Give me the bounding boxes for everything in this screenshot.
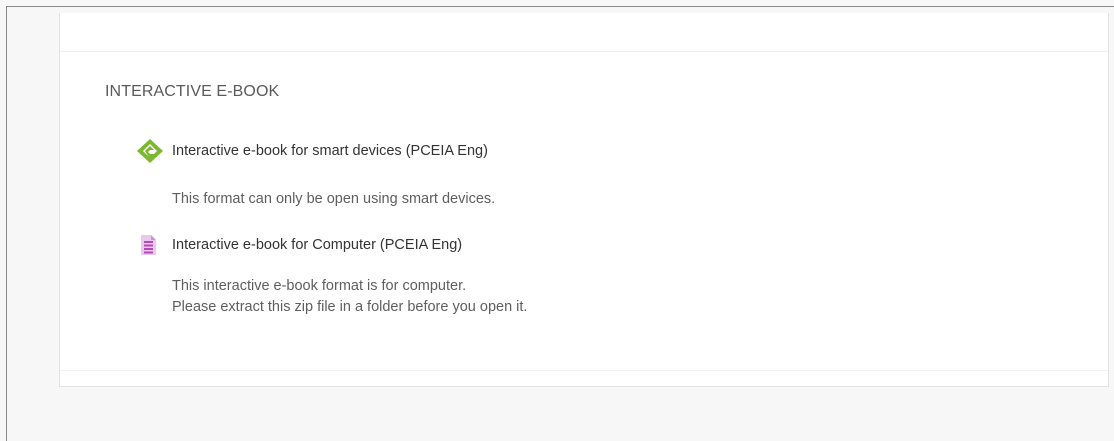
resource-description: This format can only be open using smart… (172, 189, 495, 210)
resource-card: INTERACTIVE E-BOOK Interactive e-book fo… (59, 13, 1109, 387)
resource-link-computer[interactable]: Interactive e-book for Computer (PCEIA E… (172, 237, 462, 253)
page-frame: INTERACTIVE E-BOOK Interactive e-book fo… (6, 6, 1114, 441)
description-line: This format can only be open using smart… (172, 191, 496, 207)
epub-icon (136, 138, 166, 164)
card-bottom-divider (60, 370, 1108, 371)
description-line: Please extract this zip file in a folder… (172, 299, 528, 315)
resource-description: This interactive e-book format is for co… (172, 276, 527, 318)
zip-archive-icon (136, 232, 166, 258)
description-line: This interactive e-book format is for co… (172, 278, 467, 294)
card-top-divider (60, 51, 1108, 52)
resource-link-smart-devices[interactable]: Interactive e-book for smart devices (PC… (172, 143, 488, 159)
resource-item-computer[interactable]: Interactive e-book for Computer (PCEIA E… (136, 232, 462, 258)
section-title: INTERACTIVE E-BOOK (105, 83, 280, 100)
resource-item-smart-devices[interactable]: Interactive e-book for smart devices (PC… (136, 138, 488, 164)
